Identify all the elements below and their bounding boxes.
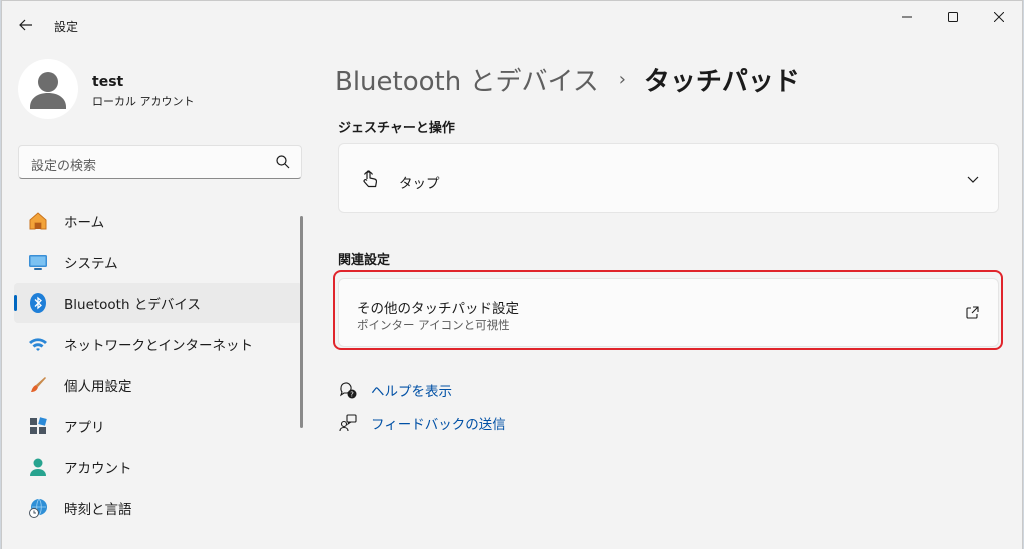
- app-title: 設定: [54, 20, 79, 34]
- sidebar-item-label: アプリ: [64, 420, 105, 436]
- avatar: [18, 59, 78, 119]
- svg-text:?: ?: [350, 391, 354, 399]
- minimize-button[interactable]: [884, 1, 930, 33]
- settings-window: 設定 test ローカル アカウント 設定の検索 ホーム システム Blueto…: [1, 0, 1023, 549]
- title-bar: 設定: [2, 1, 1022, 49]
- close-button[interactable]: [976, 1, 1022, 33]
- sidebar-item-label: Bluetooth とデバイス: [64, 297, 201, 313]
- account-type: ローカル アカウント: [92, 95, 195, 108]
- apps-icon: [26, 414, 50, 438]
- feedback-link[interactable]: フィードバックの送信: [338, 412, 506, 434]
- more-touchpad-settings-card[interactable]: その他のタッチパッド設定 ポインター アイコンと可視性: [338, 278, 999, 347]
- sidebar-scrollbar[interactable]: [300, 216, 303, 428]
- breadcrumb: Bluetooth とデバイス › タッチパッド: [335, 59, 800, 99]
- search-input[interactable]: 設定の検索: [18, 145, 302, 179]
- more-touchpad-settings-title: その他のタッチパッド設定: [357, 301, 519, 317]
- related-settings-heading: 関連設定: [338, 253, 391, 268]
- sidebar-item-label: 個人用設定: [64, 379, 132, 395]
- sidebar-item-label: 時刻と言語: [64, 502, 132, 518]
- search-placeholder: 設定の検索: [31, 159, 97, 174]
- help-link-text: ヘルプを表示: [371, 384, 452, 400]
- back-button[interactable]: [10, 9, 42, 41]
- sidebar-item-label: システム: [64, 256, 118, 272]
- sidebar-item-system[interactable]: システム: [14, 242, 302, 282]
- sidebar-item-label: ホーム: [64, 215, 105, 231]
- sidebar-item-time-language[interactable]: 時刻と言語: [14, 488, 302, 528]
- sidebar-item-home[interactable]: ホーム: [14, 201, 302, 241]
- search-icon: [276, 155, 290, 169]
- chevron-down-icon[interactable]: [966, 172, 980, 186]
- paintbrush-icon: [26, 373, 50, 397]
- sidebar-item-network[interactable]: ネットワークとインターネット: [14, 324, 302, 364]
- open-external-icon: [966, 306, 979, 319]
- page-title: タッチパッド: [643, 66, 800, 97]
- more-touchpad-settings-subtitle: ポインター アイコンと可視性: [357, 318, 510, 332]
- wifi-icon: [26, 332, 50, 356]
- user-avatar-icon: [30, 72, 66, 109]
- sidebar-item-label: アカウント: [64, 461, 132, 477]
- feedback-link-text: フィードバックの送信: [371, 417, 506, 433]
- globe-clock-icon: [26, 496, 50, 520]
- home-icon: [26, 209, 50, 233]
- sidebar-item-bluetooth[interactable]: Bluetooth とデバイス: [14, 283, 302, 323]
- minimize-icon: [902, 16, 912, 18]
- tap-label: タップ: [399, 176, 440, 192]
- sidebar-item-personalization[interactable]: 個人用設定: [14, 365, 302, 405]
- feedback-icon: [339, 414, 357, 432]
- breadcrumb-parent[interactable]: Bluetooth とデバイス: [335, 61, 599, 98]
- help-link[interactable]: ? ヘルプを表示: [338, 379, 452, 401]
- tap-gesture-icon: [363, 170, 378, 188]
- bluetooth-icon: [26, 291, 50, 315]
- user-name: test: [92, 74, 124, 90]
- close-icon: [994, 12, 1004, 22]
- gestures-heading: ジェスチャーと操作: [338, 121, 455, 136]
- back-arrow-icon: [19, 19, 32, 31]
- system-icon: [26, 250, 50, 274]
- user-profile[interactable]: test ローカル アカウント: [18, 59, 298, 119]
- sidebar-item-apps[interactable]: アプリ: [14, 406, 302, 446]
- maximize-icon: [948, 12, 958, 22]
- help-icon: ?: [339, 382, 357, 399]
- account-icon: [26, 455, 50, 479]
- sidebar-nav: ホーム システム Bluetooth とデバイス ネットワークとインターネット …: [14, 201, 302, 529]
- sidebar-item-accounts[interactable]: アカウント: [14, 447, 302, 487]
- maximize-button[interactable]: [930, 1, 976, 33]
- breadcrumb-separator: ›: [618, 68, 626, 90]
- tap-settings-card[interactable]: タップ: [338, 143, 999, 213]
- sidebar-item-label: ネットワークとインターネット: [64, 338, 253, 354]
